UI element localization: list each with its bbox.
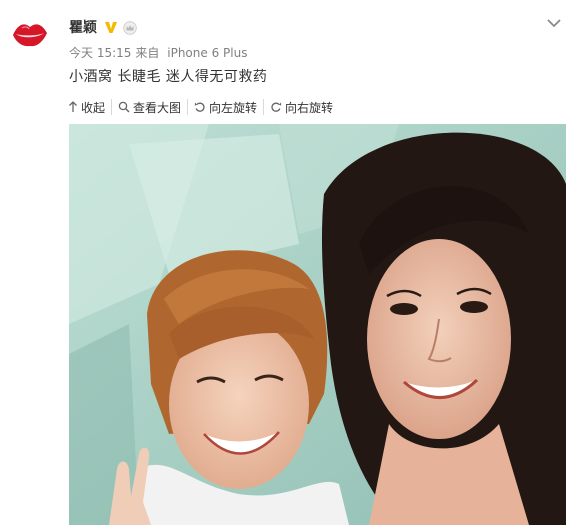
lips-icon[interactable]: [10, 18, 50, 52]
magnifier-icon: [118, 101, 130, 113]
arrow-up-icon: [69, 101, 77, 112]
rotate-right-button[interactable]: 向右旋转: [263, 99, 339, 115]
weibo-post-card: 瞿颖 今天 15:15 来自 iPhone 6 Plus 小酒窝 长睫毛 迷人得无…: [0, 0, 566, 525]
rotate-right-icon: [271, 102, 282, 112]
source-prefix: 来自: [135, 46, 160, 60]
post-device-source[interactable]: iPhone 6 Plus: [167, 46, 247, 60]
rotate-left-button[interactable]: 向左旋转: [187, 99, 263, 115]
rotate-left-icon: [194, 102, 205, 112]
rotate-left-label: 向左旋转: [209, 100, 258, 115]
member-crown-icon[interactable]: [123, 20, 137, 35]
rotate-right-label: 向右旋转: [285, 100, 334, 115]
post-photo[interactable]: [69, 124, 566, 525]
collapse-label: 收起: [81, 100, 106, 115]
post-header: 瞿颖: [69, 16, 137, 38]
username-link[interactable]: 瞿颖: [69, 17, 97, 37]
collapse-button[interactable]: 收起: [62, 99, 111, 115]
view-large-button[interactable]: 查看大图: [111, 99, 187, 115]
view-large-label: 查看大图: [133, 100, 182, 115]
post-meta: 今天 15:15 来自 iPhone 6 Plus: [69, 44, 251, 61]
post-text: 小酒窝 长睫毛 迷人得无可救药: [69, 69, 268, 85]
chevron-down-icon[interactable]: [546, 14, 562, 28]
media-toolbar: 收起 查看大图 向左旋转 向右旋转: [62, 96, 566, 118]
verified-v-icon[interactable]: [103, 19, 119, 35]
post-time[interactable]: 今天 15:15: [69, 46, 131, 60]
